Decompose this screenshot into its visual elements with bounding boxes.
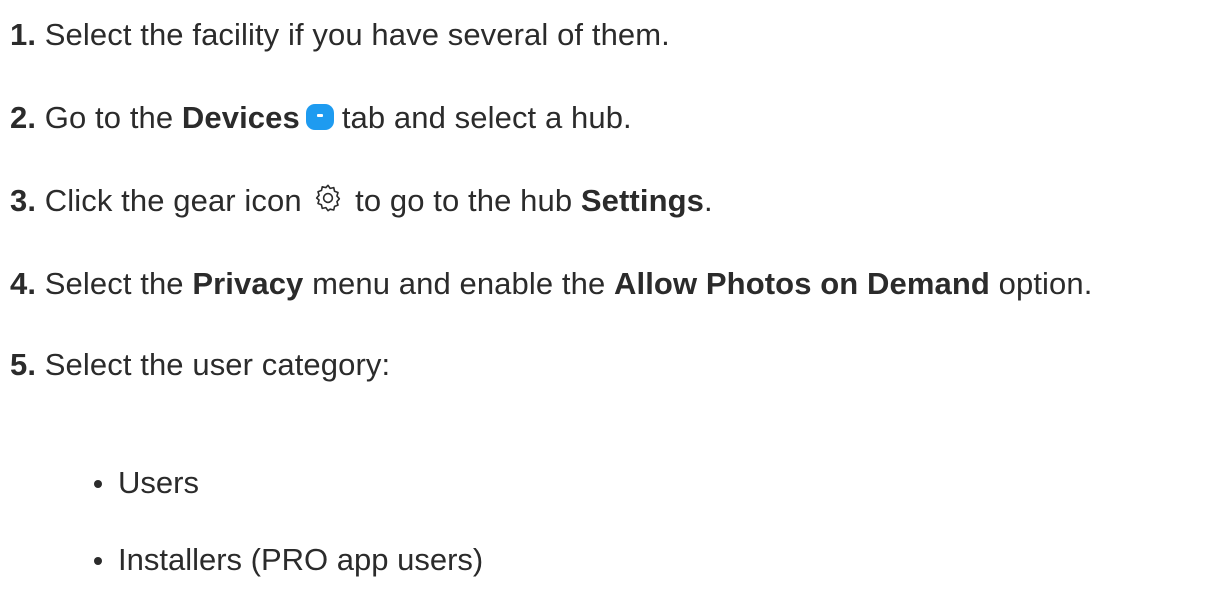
step-3: 3. Click the gear icon to go to the hub … — [10, 182, 713, 220]
step-text-end: option. — [989, 266, 1093, 301]
step-2: 2. Go to the Devices tab and select a hub… — [10, 99, 632, 137]
devices-tab-icon — [305, 104, 334, 130]
list-item-label: Users — [118, 465, 199, 500]
list-item-installers: Installers (PRO app users) — [94, 541, 484, 579]
step-text: Select the user category: — [44, 347, 391, 382]
allow-photos-label: Allow Photos on Demand — [614, 266, 990, 301]
gear-icon — [312, 182, 344, 214]
privacy-label: Privacy — [192, 266, 304, 301]
step-text-end: . — [703, 183, 713, 218]
bullet-icon — [94, 557, 102, 565]
step-5: 5. Select the user category: — [10, 346, 390, 384]
settings-label: Settings — [580, 183, 704, 218]
bullet-icon — [94, 480, 102, 488]
step-text-mid: to go to the hub — [346, 183, 581, 218]
list-item-users: Users — [94, 464, 199, 502]
step-text: Go to the — [44, 100, 182, 135]
step-1: 1. Select the facility if you have sever… — [10, 16, 670, 54]
step-text: Click the gear icon — [44, 183, 311, 218]
step-text-end: tab and select a hub. — [341, 100, 632, 135]
step-number: 1. — [10, 17, 37, 52]
step-text: Select the facility if you have several … — [44, 17, 670, 52]
step-text: Select the — [44, 266, 193, 301]
list-item-label: Installers (PRO app users) — [118, 542, 484, 577]
step-number: 5. — [10, 347, 37, 382]
step-text-mid: menu and enable the — [303, 266, 615, 301]
devices-label: Devices — [181, 100, 300, 135]
step-number: 4. — [10, 266, 37, 301]
step-4: 4. Select the Privacy menu and enable th… — [10, 265, 1092, 303]
step-number: 2. — [10, 100, 37, 135]
step-number: 3. — [10, 183, 37, 218]
